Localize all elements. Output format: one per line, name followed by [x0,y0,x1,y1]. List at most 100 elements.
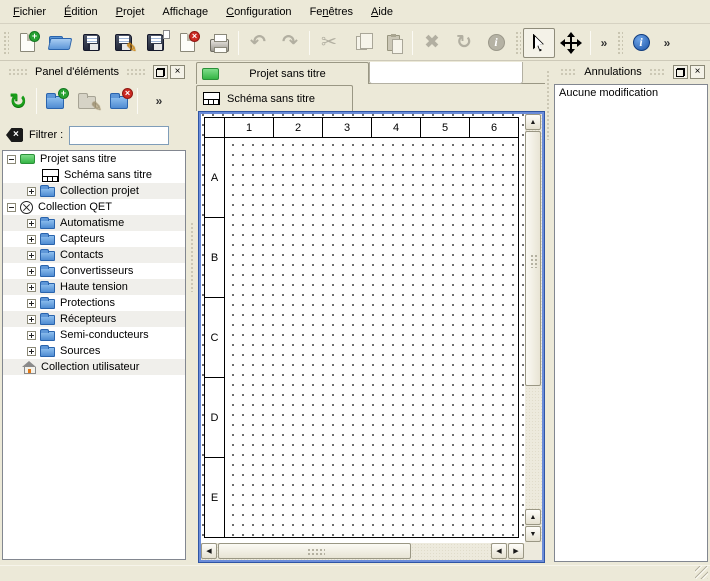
about-info-icon: i [633,34,650,51]
element-tree[interactable]: Projet sans titreSchéma sans titreCollec… [2,150,186,560]
undo-list-item[interactable]: Aucune modification [555,85,707,101]
paste-button[interactable] [377,28,409,58]
menu-edition[interactable]: Édition [55,3,107,21]
expand-icon[interactable] [27,315,36,324]
copy-button[interactable] [345,28,377,58]
menu-configuration[interactable]: Configuration [217,3,300,21]
menu-aide[interactable]: Aide [362,3,402,21]
edit-category-button[interactable]: ✎ [71,86,103,116]
scroll-right-button[interactable]: ▶ [508,543,524,559]
row-header-C: C [204,297,225,378]
tree-item-sources[interactable]: Sources [3,343,185,359]
save-as-button[interactable]: ✎ [107,28,139,58]
main-toolbar: + ✎ × ↶ ↷ ✂ ✖ ↻ i [0,25,710,61]
collapse-icon[interactable] [7,203,16,212]
expand-icon[interactable] [27,235,36,244]
toolbar-separator [590,31,591,55]
scroll-left-button-2[interactable]: ◀ [491,543,507,559]
tree-item-projet-sans-titre[interactable]: Projet sans titre [3,151,185,167]
redo-button[interactable]: ↷ [274,28,306,58]
diagram-canvas[interactable]: 123456 ABCDE [201,114,525,543]
float-panel-button[interactable] [153,65,168,79]
close-panel-button[interactable]: × [170,65,185,79]
tree-item-sche-ma-sans-titre[interactable]: Schéma sans titre [3,167,185,183]
delete-button[interactable]: ✖ [416,28,448,58]
pointer-mode-button[interactable] [523,28,555,58]
paste-icon [387,35,400,51]
menu-projet[interactable]: Projet [107,3,154,21]
new-document-button[interactable]: + [11,28,43,58]
expand-icon[interactable] [27,267,36,276]
close-panel-button[interactable]: × [690,65,705,79]
menu-fenetres[interactable]: Fenêtres [301,3,362,21]
about-qet-button[interactable]: i [625,28,657,58]
print-button[interactable] [203,28,235,58]
save-button[interactable] [75,28,107,58]
expand-icon[interactable] [27,187,36,196]
tree-item-semi-conducteurs[interactable]: Semi-conducteurs [3,327,185,343]
close-document-button[interactable]: × [171,28,203,58]
collapse-icon[interactable] [7,155,16,164]
expand-icon[interactable] [27,299,36,308]
horizontal-scroll-thumb[interactable] [218,543,411,559]
tree-item-protections[interactable]: Protections [3,295,185,311]
undo-button[interactable]: ↶ [242,28,274,58]
scroll-down-button[interactable]: ▼ [525,526,541,542]
new-category-button[interactable]: + [39,86,71,116]
expand-icon[interactable] [27,347,36,356]
horizontal-scrollbar[interactable]: ◀ ◀ ▶ [201,543,525,560]
diagram-tab[interactable]: Schéma sans titre [196,85,353,111]
x-badge-icon: × [189,31,200,42]
delete-category-button[interactable]: × [103,86,135,116]
folder-icon [40,251,55,261]
cut-button[interactable]: ✂ [313,28,345,58]
open-document-button[interactable] [43,28,75,58]
tree-item-automatisme[interactable]: Automatisme [3,215,185,231]
expand-icon[interactable] [27,331,36,340]
move-mode-button[interactable] [555,28,587,58]
filter-input[interactable] [69,126,169,145]
undo-list[interactable]: Aucune modification [554,84,708,562]
size-grip[interactable] [695,566,708,579]
scroll-left-button[interactable]: ◀ [201,543,217,559]
tree-item-re-cepteurs[interactable]: Récepteurs [3,311,185,327]
tree-item-haute-tension[interactable]: Haute tension [3,279,185,295]
tree-item-collection-qet[interactable]: Collection QET [3,199,185,215]
reload-collections-button[interactable]: ↻ [2,86,34,116]
expand-icon[interactable] [27,219,36,228]
vertical-scroll-thumb[interactable] [525,131,541,386]
toolbar-drag-handle[interactable] [2,30,9,56]
tree-item-contacts[interactable]: Contacts [3,247,185,263]
left-splitter[interactable] [188,62,196,565]
float-panel-button[interactable] [673,65,688,79]
tree-item-convertisseurs[interactable]: Convertisseurs [3,263,185,279]
undo-icon: ↶ [250,33,266,52]
cut-icon: ✂ [321,33,337,52]
toolbar-drag-handle[interactable] [514,30,521,56]
save-all-icon [147,34,164,51]
scroll-up-button-2[interactable]: ▲ [525,509,541,525]
clear-filter-icon[interactable]: × [6,128,23,142]
menu-fichier[interactable]: Fichier [4,3,55,21]
toolbar-overflow-button[interactable]: » [594,28,614,58]
element-info-button[interactable]: i [480,28,512,58]
toolbar-drag-handle[interactable] [616,30,623,56]
panel-overflow-button[interactable]: » [148,86,170,116]
right-splitter[interactable] [545,62,552,565]
menu-affichage[interactable]: Affichage [153,3,217,21]
project-icon [20,154,35,164]
status-bar [0,565,710,581]
expand-icon[interactable] [27,283,36,292]
toolbar-overflow-button[interactable]: » [657,28,677,58]
scroll-up-button[interactable]: ▲ [525,114,541,130]
rotate-button[interactable]: ↻ [448,28,480,58]
expand-icon[interactable] [27,251,36,260]
tree-item-capteurs[interactable]: Capteurs [3,231,185,247]
project-tab[interactable]: Projet sans titre [196,62,369,84]
save-all-button[interactable] [139,28,171,58]
vertical-scrollbar[interactable]: ▲ ▲ ▼ [525,114,542,543]
tree-item-collection-projet[interactable]: Collection projet [3,183,185,199]
tree-item-collection-utilisateur[interactable]: Collection utilisateur [3,359,185,375]
toolbar-separator [238,31,239,55]
qelectrotech-window: { "menubar": { "items": [ {"text": "Fich… [0,0,710,581]
